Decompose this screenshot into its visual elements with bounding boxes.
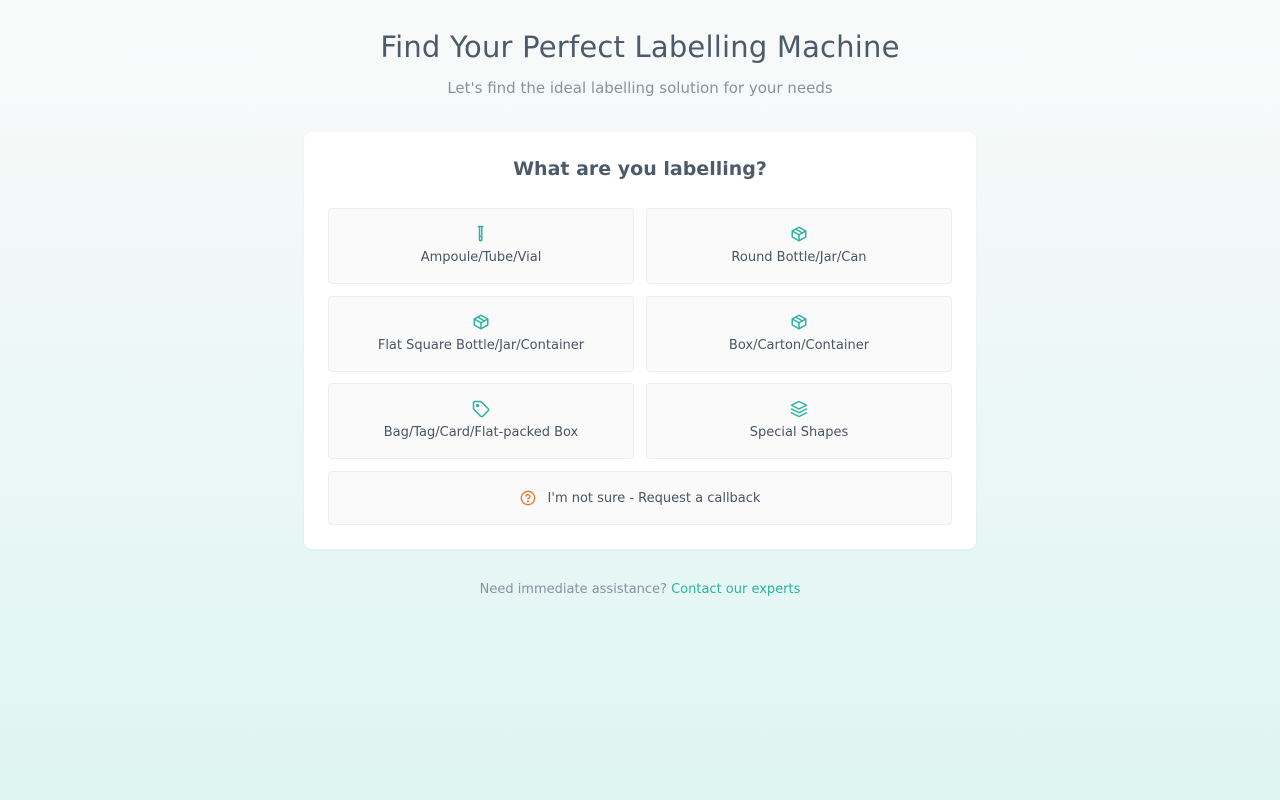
test-tube-icon [329,225,633,243]
page-subtitle: Let's find the ideal labelling solution … [447,79,833,97]
option-label: Ampoule/Tube/Vial [420,250,542,265]
footer: Need immediate assistance? Contact our e… [0,582,1280,597]
request-callback-button[interactable]: I'm not sure - Request a callback [328,471,952,525]
callback-label: I'm not sure - Request a callback [547,490,761,506]
contact-experts-link[interactable]: Contact our experts [671,582,800,597]
option-label: Box/Carton/Container [728,338,870,353]
option-flat-square-bottle[interactable]: Flat Square Bottle/Jar/Container [328,296,634,372]
layers-icon [647,400,951,418]
option-label: Bag/Tag/Card/Flat-packed Box [383,425,579,440]
tag-icon [329,400,633,418]
package-icon [647,313,951,331]
option-round-bottle-jar-can[interactable]: Round Bottle/Jar/Can [646,208,952,284]
option-bag-tag-card[interactable]: Bag/Tag/Card/Flat-packed Box [328,383,634,459]
package-icon [647,225,951,243]
option-ampoule-tube-vial[interactable]: Ampoule/Tube/Vial [328,208,634,284]
option-box-carton-container[interactable]: Box/Carton/Container [646,296,952,372]
help-circle-icon [520,490,536,506]
page-title: Find Your Perfect Labelling Machine [380,30,900,64]
option-label: Round Bottle/Jar/Can [731,250,867,265]
footer-text: Need immediate assistance? [479,582,667,597]
option-label: Flat Square Bottle/Jar/Container [377,338,585,353]
option-special-shapes[interactable]: Special Shapes [646,383,952,459]
option-label: Special Shapes [749,425,849,440]
package-icon [329,313,633,331]
question-heading: What are you labelling? [513,158,767,180]
